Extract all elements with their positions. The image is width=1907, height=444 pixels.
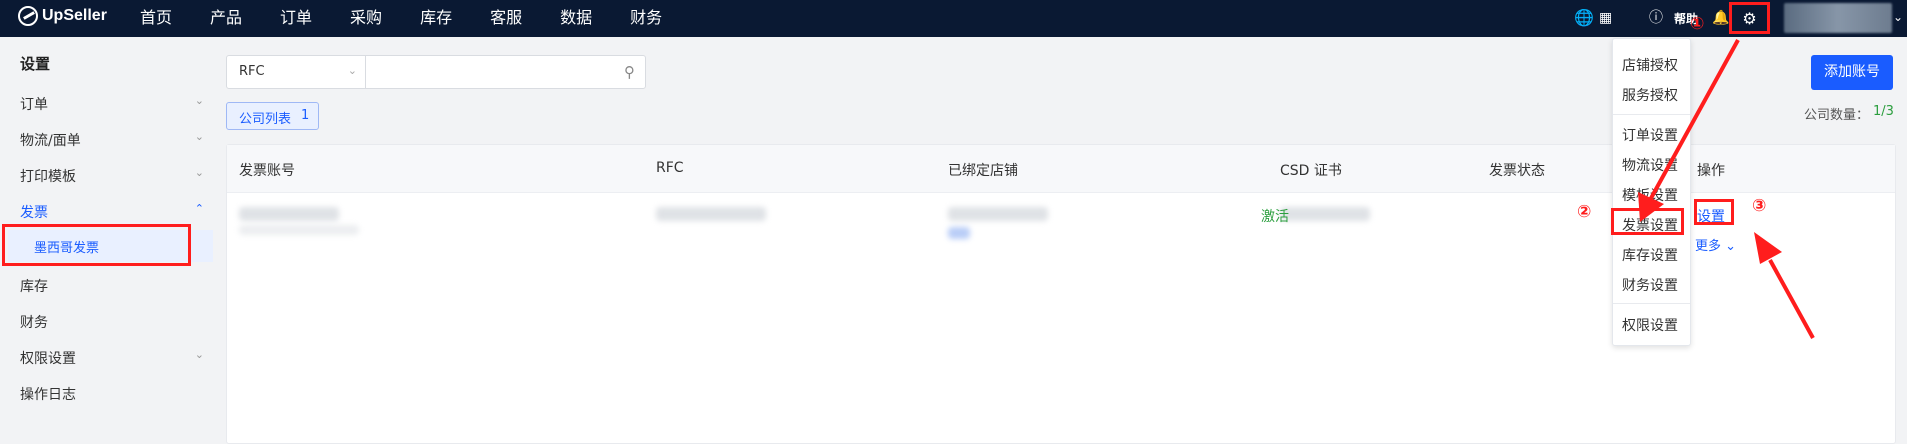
nav-orders[interactable]: 订单 — [280, 0, 312, 37]
settings-dropdown-menu: 店铺授权 服务授权 订单设置 物流设置 模板设置 发票设置 库存设置 财务设置 … — [1612, 38, 1691, 346]
search-input[interactable]: ⚲ — [365, 55, 646, 89]
highlight-box — [1611, 208, 1684, 235]
chevron-down-icon: ⌄ — [194, 348, 204, 361]
company-count-value: 1/3 — [1873, 104, 1894, 119]
gear-icon: ⚙ — [1742, 8, 1757, 28]
nav-inventory[interactable]: 库存 — [420, 0, 452, 37]
chevron-down-icon: ⌄ — [194, 130, 204, 143]
settings-button[interactable]: ⚙ — [1729, 2, 1770, 34]
main-nav: 首页 产品 订单 采购 库存 客服 数据 财务 — [140, 0, 700, 37]
nav-home[interactable]: 首页 — [140, 0, 172, 37]
header-rfc: RFC — [656, 160, 684, 176]
step-2-marker: ② — [1577, 202, 1592, 222]
search-icon[interactable]: ⚲ — [624, 63, 635, 81]
sidebar-title: 设置 — [20, 55, 51, 73]
sidebar-item-label: 操作日志 — [20, 387, 76, 403]
chevron-down-icon: ⌄ — [194, 94, 204, 107]
tab-company-list[interactable]: 公司列表 1 — [226, 102, 319, 130]
sidebar-item-label: 库存 — [20, 279, 48, 295]
menu-divider — [1613, 303, 1690, 304]
menu-item-inventory-settings[interactable]: 库存设置 — [1622, 245, 1678, 265]
more-label: 更多 — [1695, 239, 1722, 254]
header-bound-stores: 已绑定店铺 — [948, 163, 1018, 179]
step-3-marker: ③ — [1752, 196, 1767, 216]
menu-item-logistics-settings[interactable]: 物流设置 — [1622, 155, 1678, 175]
help-icon[interactable]: ⓘ — [1649, 9, 1663, 27]
blurred-store — [948, 207, 1048, 221]
nav-data[interactable]: 数据 — [560, 0, 592, 37]
highlight-box — [1694, 199, 1734, 225]
blurred-rfc — [656, 207, 766, 221]
sidebar-item-invoice[interactable]: 发票 ⌃ — [20, 202, 210, 222]
header-csd-certificate: CSD 证书 — [1280, 163, 1342, 179]
sidebar-item-label: 发票 — [20, 205, 48, 221]
chevron-down-icon: ⌄ — [194, 166, 204, 179]
chevron-down-icon: ⌄ — [347, 64, 357, 77]
status-badge: 激活 — [1261, 209, 1289, 225]
sidebar-item-operation-log[interactable]: 操作日志 — [20, 384, 210, 404]
sidebar-item-label: 物流/面单 — [20, 133, 81, 149]
step-1-marker: ① — [1690, 14, 1705, 34]
sidebar-item-orders[interactable]: 订单 ⌄ — [20, 94, 210, 114]
user-avatar[interactable] — [1784, 3, 1892, 33]
chevron-down-icon[interactable]: ⌄ — [1893, 10, 1903, 24]
chevron-up-icon: ⌃ — [194, 202, 204, 215]
nav-customer-service[interactable]: 客服 — [490, 0, 522, 37]
nav-purchase[interactable]: 采购 — [350, 0, 382, 37]
bell-icon[interactable]: 🔔 — [1712, 9, 1729, 27]
header-invoice-account: 发票账号 — [239, 163, 295, 179]
menu-item-finance-settings[interactable]: 财务设置 — [1622, 275, 1678, 295]
blurred-store-tag — [948, 227, 970, 239]
sidebar-item-permissions[interactable]: 权限设置 ⌄ — [20, 348, 210, 368]
add-account-button[interactable]: 添加账号 — [1811, 55, 1893, 90]
blurred-csd — [1280, 207, 1370, 221]
tab-count: 1 — [301, 108, 310, 123]
header-invoice-status: 发票状态 — [1489, 163, 1545, 179]
menu-item-template-settings[interactable]: 模板设置 — [1622, 185, 1678, 205]
highlight-box — [2, 224, 191, 266]
sidebar-item-label: 财务 — [20, 315, 48, 331]
nav-finance[interactable]: 财务 — [630, 0, 662, 37]
sidebar-item-label: 订单 — [20, 97, 48, 113]
company-count-label: 公司数量： — [1804, 108, 1870, 123]
apps-icon[interactable]: ▦ — [1599, 9, 1612, 27]
menu-item-order-settings[interactable]: 订单设置 — [1622, 125, 1678, 145]
sidebar-item-label: 权限设置 — [20, 351, 76, 367]
menu-item-store-auth[interactable]: 店铺授权 — [1622, 55, 1678, 75]
row-more-link[interactable]: 更多 ⌄ — [1695, 235, 1736, 254]
sidebar-item-label: 打印模板 — [20, 169, 76, 185]
menu-item-permission-settings[interactable]: 权限设置 — [1622, 315, 1678, 335]
menu-divider — [1613, 114, 1690, 115]
top-navbar: UpSeller 首页 产品 订单 采购 库存 客服 数据 财务 🌐 ▦ ⓘ 帮… — [0, 0, 1907, 37]
settings-sidebar: 设置 订单 ⌄ 物流/面单 ⌄ 打印模板 ⌄ 发票 ⌃ 墨西哥发票 库存 财务 … — [0, 37, 213, 444]
sidebar-item-print-templates[interactable]: 打印模板 ⌄ — [20, 166, 210, 186]
tab-label: 公司列表 — [239, 112, 292, 127]
globe-icon[interactable]: 🌐 — [1574, 9, 1594, 27]
nav-products[interactable]: 产品 — [210, 0, 242, 37]
sidebar-item-finance[interactable]: 财务 — [20, 312, 210, 332]
select-value: RFC — [239, 64, 265, 79]
sidebar-item-inventory[interactable]: 库存 — [20, 276, 210, 296]
menu-item-service-auth[interactable]: 服务授权 — [1622, 85, 1678, 105]
brand-name: UpSeller — [42, 7, 107, 24]
blurred-account — [239, 207, 339, 221]
blurred-account-sub — [239, 225, 359, 235]
logo-icon — [18, 6, 38, 26]
header-actions: 操作 — [1697, 163, 1725, 179]
chevron-down-icon: ⌄ — [1725, 239, 1737, 254]
field-select[interactable]: RFC ⌄ — [226, 55, 366, 89]
sidebar-item-logistics[interactable]: 物流/面单 ⌄ — [20, 130, 210, 150]
brand-logo[interactable]: UpSeller — [18, 6, 107, 26]
